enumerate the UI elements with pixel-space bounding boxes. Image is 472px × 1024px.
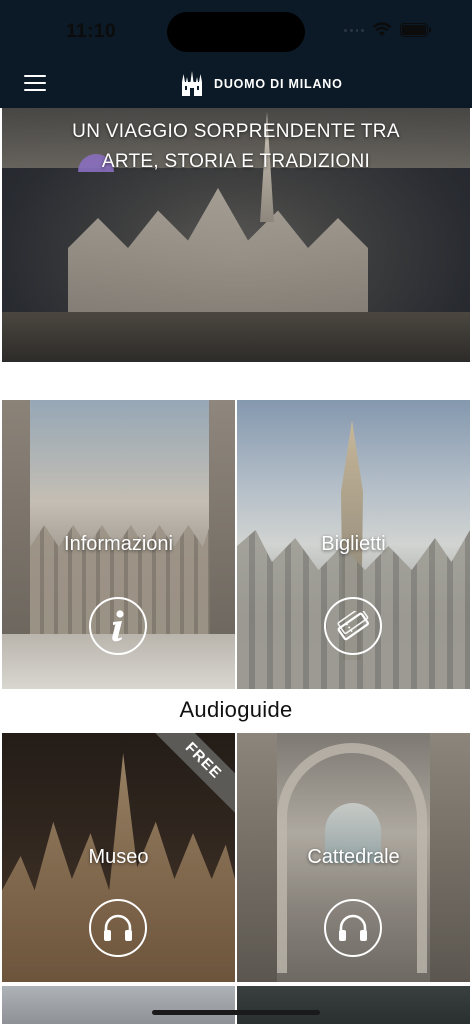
- tile-biglietti[interactable]: Biglietti: [237, 400, 470, 689]
- tile-label-museo: Museo: [88, 846, 149, 868]
- headphones-icon: [324, 899, 382, 957]
- home-indicator[interactable]: [152, 1010, 320, 1015]
- dynamic-island: [167, 12, 305, 52]
- hamburger-menu-icon[interactable]: [24, 75, 46, 93]
- info-icon: [89, 597, 147, 655]
- hero-title: UN VIAGGIO SORPRENDENTE TRA ARTE, STORIA…: [72, 121, 400, 172]
- tile-cattedrale[interactable]: Cattedrale: [237, 733, 470, 982]
- ticket-icon: [324, 597, 382, 655]
- tile-label-informazioni: Informazioni: [64, 533, 173, 555]
- duomo-logo-icon: [182, 71, 202, 96]
- status-time: 11:10: [66, 21, 117, 42]
- status-bar: 11:10: [0, 0, 472, 62]
- wifi-icon: [372, 22, 392, 36]
- headphones-icon: [89, 899, 147, 957]
- app-title: DUOMO DI MILANO: [214, 77, 343, 91]
- tile-informazioni[interactable]: Informazioni: [2, 400, 235, 689]
- status-icons: [344, 22, 432, 38]
- tile-partial-left[interactable]: [2, 986, 235, 1024]
- tile-partial-right[interactable]: [237, 986, 470, 1024]
- tile-label-cattedrale: Cattedrale: [307, 846, 400, 868]
- battery-icon: [400, 23, 431, 37]
- audioguide-title: Audioguide: [179, 697, 293, 722]
- signal-icon: [344, 25, 364, 35]
- tile-museo[interactable]: FREE Museo: [2, 733, 235, 982]
- app-header: DUOMO DI MILANO: [0, 62, 472, 108]
- tile-label-biglietti: Biglietti: [321, 533, 386, 555]
- brand: DUOMO DI MILANO: [178, 70, 343, 98]
